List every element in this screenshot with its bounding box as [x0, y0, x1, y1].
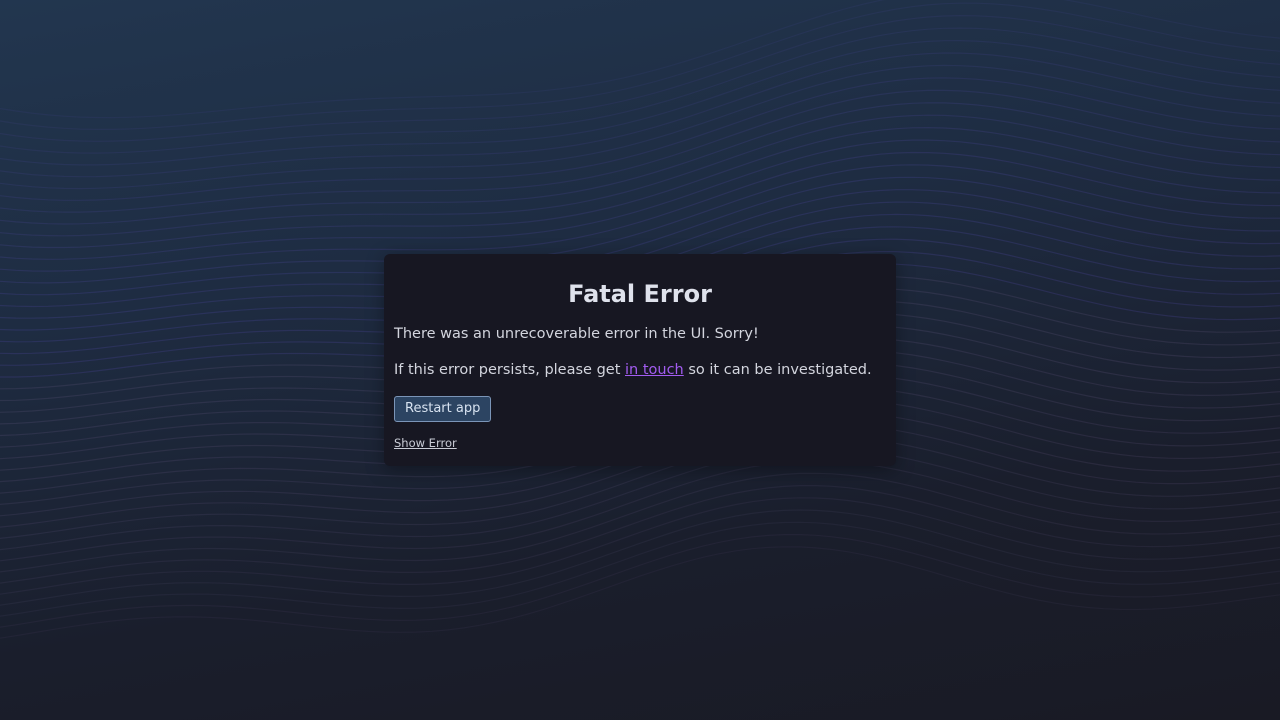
persist-suffix: so it can be investigated.	[683, 362, 872, 378]
wave-line	[0, 102, 1280, 225]
wave-line	[0, 509, 1280, 606]
wave-line	[0, 497, 1280, 595]
wave-line	[0, 14, 1280, 142]
wave-line	[0, 2, 1280, 130]
wave-line	[0, 521, 1280, 617]
in-touch-link[interactable]: in touch	[625, 362, 684, 378]
restart-app-button[interactable]: Restart app	[394, 396, 492, 422]
show-error-link[interactable]: Show Error	[394, 436, 457, 450]
dialog-title: Fatal Error	[568, 280, 712, 308]
wave-line	[0, 39, 1280, 166]
wave-line	[0, 27, 1280, 154]
persist-message: If this error persists, please get in to…	[394, 360, 886, 380]
fatal-error-dialog: Fatal Error There was an unrecoverable e…	[384, 254, 896, 466]
error-message: There was an unrecoverable error in the …	[394, 326, 759, 342]
persist-prefix: If this error persists, please get	[394, 362, 625, 378]
wave-line	[0, 114, 1280, 237]
